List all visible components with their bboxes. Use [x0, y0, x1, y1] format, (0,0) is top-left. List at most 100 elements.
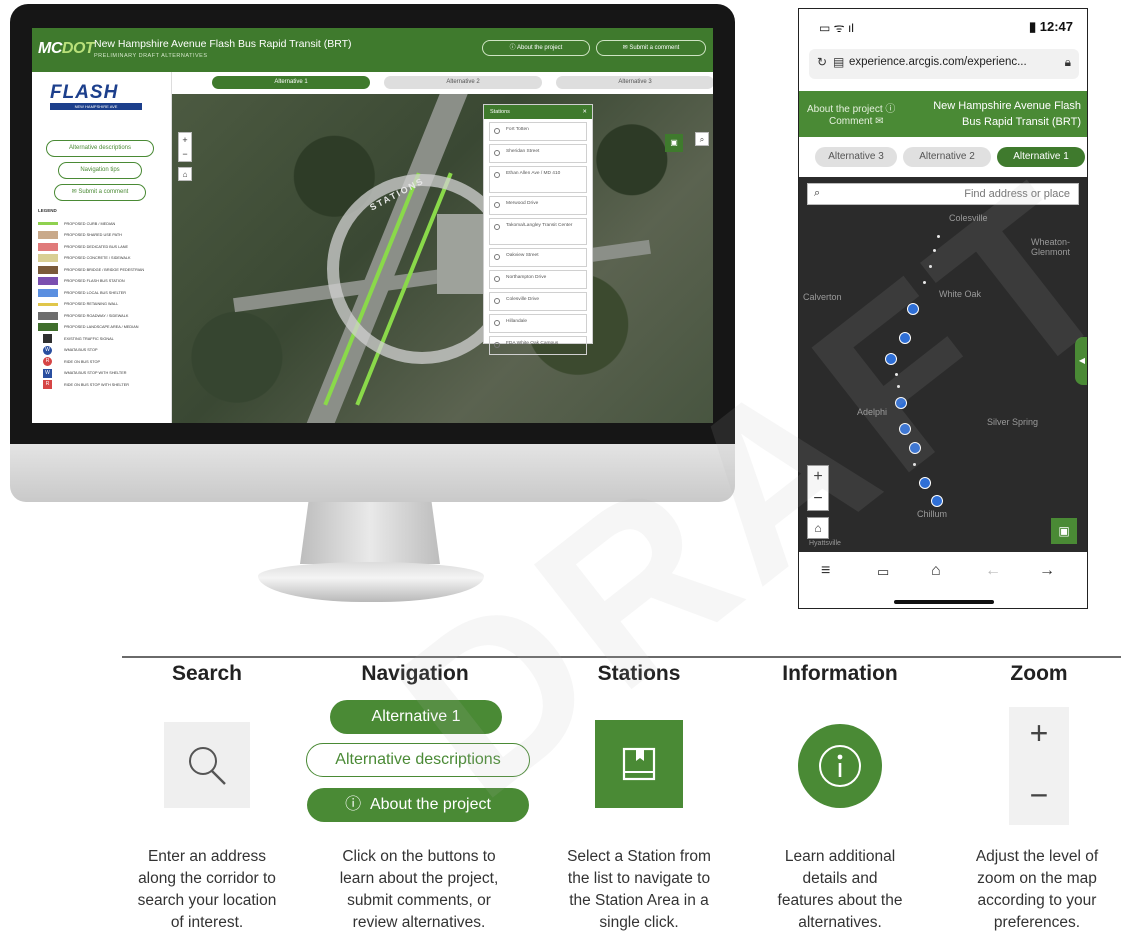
information-description: Learn additional details and features abou…	[777, 848, 903, 931]
station-name: Oakview Street	[506, 253, 539, 258]
mobile-map[interactable]: Find address or place ⌕ Colesville Wheat…	[799, 177, 1087, 552]
stations-bookmark-icon[interactable]: ▣	[1051, 518, 1077, 544]
route-dot	[933, 249, 936, 252]
mobile-tab-alternative-1[interactable]: Alternative 1	[997, 147, 1085, 167]
zoom-out-icon[interactable]: −	[179, 147, 191, 161]
station-list-item[interactable]: Takoma/Langley Transit Center	[489, 218, 587, 245]
search-icon[interactable]: ⌕	[814, 187, 820, 200]
route-dot	[929, 265, 932, 268]
station-list-item[interactable]: Hillandale	[489, 314, 587, 333]
legend-label: EXISTING TRAFFIC SIGNAL	[64, 336, 114, 341]
legend-row: EXISTING TRAFFIC SIGNAL	[38, 333, 168, 345]
place-label: Silver Spring	[987, 417, 1039, 427]
stations-description: Select a Station from the list to navigat…	[567, 848, 711, 931]
zoom-in-icon[interactable]: +	[808, 466, 828, 488]
zoom-in-icon[interactable]: +	[179, 133, 191, 147]
legend-swatch	[43, 334, 52, 344]
legend-row: PROPOSED BRIDGE / BRIDGE PEDESTRIAN	[38, 264, 168, 276]
lock-icon: 🔒︎	[1064, 55, 1071, 69]
legend-label: PROPOSED ROADWAY / SIDEWALK	[64, 313, 129, 318]
legend-swatch	[38, 242, 58, 251]
about-project-button[interactable]: ⓘ About the project	[482, 40, 590, 56]
mobile-comment-button[interactable]: Comment ✉	[829, 116, 884, 127]
zoom-out-icon[interactable]: −	[808, 488, 828, 510]
left-panel: FLASH NEW HAMPSHIRE AVE Alternative desc…	[32, 72, 172, 423]
home-nav-icon[interactable]: ⌂	[931, 562, 941, 580]
legend-swatch	[38, 254, 58, 263]
tab-alternative-3[interactable]: Alternative 3	[556, 76, 713, 89]
legend-label: PROPOSED SHARED USE PATH	[64, 233, 122, 238]
legend-label: PROPOSED LANDSCAPE AREA / MEDIAN	[64, 325, 139, 330]
station-list-item[interactable]: Colesville Drive	[489, 292, 587, 311]
alternative-tabs: Alternative 1 Alternative 2 Alternative …	[172, 72, 713, 94]
legend-row: W WMATA BUS STOP	[38, 345, 168, 357]
reload-icon[interactable]: ↻	[817, 55, 827, 69]
tabs-icon[interactable]: ▤	[833, 55, 844, 69]
legend-label: WMATA BUS STOP	[64, 348, 98, 353]
station-marker[interactable]	[895, 397, 907, 409]
station-name: Fort Totten	[506, 127, 529, 132]
app-title: New Hampshire Avenue Flash Bus Rapid Tra…	[94, 38, 352, 50]
alternative-descriptions-button[interactable]: Alternative descriptions	[46, 140, 154, 157]
stations-bookmark-icon[interactable]: ▣	[665, 134, 683, 152]
station-marker[interactable]	[899, 332, 911, 344]
legend-swatch	[38, 265, 58, 274]
place-label: Colesville	[949, 213, 988, 223]
desktop-zoom-control[interactable]: + −	[178, 132, 192, 162]
station-list-item[interactable]: Oakview Street	[489, 248, 587, 267]
menu-icon[interactable]: ≡	[821, 562, 830, 580]
route-dot	[923, 281, 926, 284]
search-icon[interactable]: ⌕	[695, 132, 709, 146]
legend-title: LEGEND	[38, 208, 57, 213]
forward-icon[interactable]: →	[1039, 562, 1055, 580]
alternative-1-button: Alternative 1	[330, 700, 502, 734]
station-marker[interactable]	[899, 423, 911, 435]
legend-swatch: R	[43, 380, 52, 390]
legend-swatch: R	[43, 357, 52, 367]
submit-comment-button[interactable]: ✉ Submit a comment	[596, 40, 706, 56]
navigation-tips-button[interactable]: Navigation tips	[58, 162, 142, 179]
close-icon[interactable]: ✕	[582, 105, 587, 119]
tab-alternative-2[interactable]: Alternative 2	[384, 76, 542, 89]
status-icons: ▭ ᯤ ıl	[819, 21, 854, 35]
mobile-search-input[interactable]: Find address or place ⌕	[807, 183, 1079, 205]
place-label: Adelphi	[857, 407, 888, 417]
zoom-in-icon: +	[1029, 715, 1049, 751]
place-label: Wheaton-Glenmont	[1031, 237, 1071, 257]
station-list-item[interactable]: Ethan Allen Ave / MD 410	[489, 166, 587, 193]
station-list-item[interactable]: Merwood Drive	[489, 196, 587, 215]
mobile-zoom-control[interactable]: + −	[807, 465, 829, 511]
legend-row: W WMATA BUS STOP WITH SHELTER	[38, 368, 168, 380]
home-icon[interactable]: ⌂	[178, 167, 192, 181]
station-list-item[interactable]: Fort Totten	[489, 122, 587, 141]
tabs-count-icon[interactable]: ▭	[877, 564, 889, 580]
station-marker[interactable]	[931, 495, 943, 507]
submit-comment-left-button[interactable]: ✉ Submit a comment	[54, 184, 146, 201]
mobile-tab-alternative-2[interactable]: Alternative 2	[903, 147, 991, 167]
back-icon[interactable]: ←	[985, 562, 1001, 580]
map-legend: PROPOSED CURB / MEDIAN PROPOSED SHARED US…	[38, 218, 168, 391]
station-name: FDA White Oak Campus	[506, 341, 559, 346]
stations-bookmark-icon	[595, 720, 683, 808]
legend-swatch	[38, 277, 58, 286]
station-marker[interactable]	[919, 477, 931, 489]
app-subtitle: PRELIMINARY DRAFT ALTERNATIVES	[94, 53, 208, 59]
station-marker[interactable]	[909, 442, 921, 454]
station-marker[interactable]	[885, 353, 897, 365]
mobile-about-button[interactable]: About the project ⓘ	[807, 100, 895, 115]
expand-panel-tab[interactable]: ◀	[1075, 337, 1087, 385]
url-text: experience.arcgis.com/experienc...	[849, 56, 1027, 68]
url-bar[interactable]: ↻ ▤ experience.arcgis.com/experienc... 🔒…	[809, 49, 1079, 79]
mobile-tab-alternative-3[interactable]: Alternative 3	[815, 147, 897, 167]
desktop-map[interactable]: STATIONS + − ⌂ ⌕ ▣	[172, 94, 713, 423]
legend-swatch	[38, 323, 58, 332]
station-list-item[interactable]: Sheridan Street	[489, 144, 587, 163]
home-icon[interactable]: ⌂	[807, 517, 829, 539]
station-list-item[interactable]: FDA White Oak Campus	[489, 336, 587, 355]
legend-label: PROPOSED BRIDGE / BRIDGE PEDESTRIAN	[64, 267, 145, 272]
location-pin-icon	[494, 172, 500, 178]
tab-alternative-1[interactable]: Alternative 1	[212, 76, 370, 89]
station-marker[interactable]	[907, 303, 919, 315]
station-list-item[interactable]: Northampton Drive	[489, 270, 587, 289]
legend-swatch: W	[43, 345, 52, 355]
